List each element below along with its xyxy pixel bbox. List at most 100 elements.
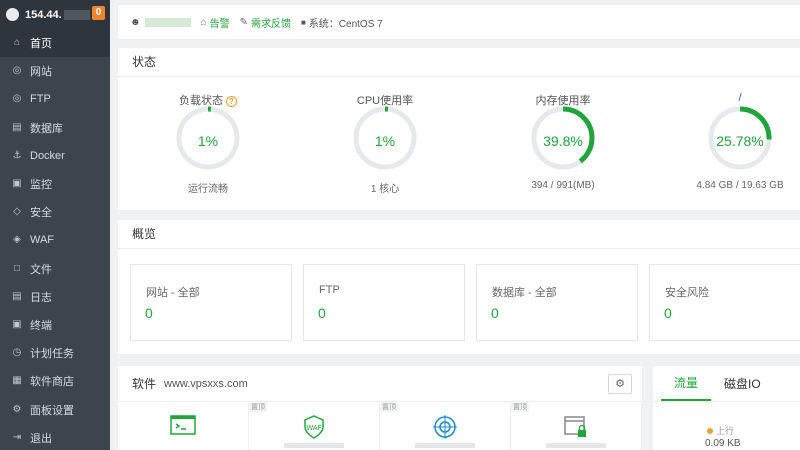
sidebar-item-label: 面板设置 [30,404,74,417]
upload-legend: 上行 [707,424,734,437]
overview-card-3[interactable]: 安全风险 0 [649,264,800,341]
sidebar-item-label: 软件商店 [30,376,74,389]
sidebar-item-9[interactable]: ▤ 日志 [0,283,110,311]
software-item-3[interactable]: 置顶 [511,403,642,450]
gauge-value: 1% [374,133,396,149]
software-item-caption-cropped [380,443,510,449]
software-panel: 软件 www.vpsxxs.com ⚙ 置顶 WAF 置顶 置顶 [118,366,642,450]
server-ip: 154.44. [25,8,62,21]
software-item-1[interactable]: 置顶 WAF [249,403,380,450]
gauge-label: / [675,92,800,104]
sidebar-item-label: WAF [30,234,55,247]
pin-badge[interactable]: 置顶 [249,403,267,412]
globe-icon: ◎ [12,65,22,77]
status-title: 状态 [118,48,800,77]
sidebar-item-6[interactable]: ◇ 安全 [0,198,110,226]
software-item-caption-cropped [511,443,641,449]
overview-title: 概览 [118,220,800,249]
overview-card-value[interactable]: 0 [145,305,153,321]
software-site: www.vpsxxs.com [164,377,248,390]
tab-disk-io[interactable]: 磁盘IO [711,366,774,401]
sidebar-item-label: 监控 [30,179,52,192]
target-icon [433,415,457,442]
sidebar-item-label: 终端 [30,319,52,332]
docker-icon: ⚓ [12,149,22,161]
overview-card-value[interactable]: 0 [318,305,326,321]
gauge-value: 39.8% [543,133,583,149]
software-item-caption-cropped [249,443,379,449]
alerts-link[interactable]: ⌂ 告警 [201,15,230,30]
software-item-caption-cropped [118,443,248,449]
edit-icon: ✎ [239,16,248,28]
sidebar-item-label: 网站 [30,66,52,79]
software-item-2[interactable]: 置顶 [380,403,511,450]
gauge-value: 25.78% [716,133,764,149]
sidebar-item-label: 数据库 [30,122,63,135]
notification-badge[interactable]: 0 [92,6,105,20]
overview-card-value[interactable]: 0 [664,305,672,321]
user-icon[interactable]: ☻ [130,17,141,28]
overview-card-label: 网站 - 全部 [146,287,200,299]
software-item-0[interactable] [118,403,249,450]
sidebar-item-label: 计划任务 [30,348,74,361]
sidebar-item-3[interactable]: ▤ 数据库 [0,114,110,142]
overview-panel: 概览 网站 - 全部 0 FTP 0 数据库 - 全部 0 安全风险 0 [118,220,800,354]
sidebar-item-label: 安全 [30,207,52,220]
sidebar-item-12[interactable]: ▦ 软件商店 [0,367,110,395]
sidebar-item-0[interactable]: ⌂ 首页 [0,29,110,58]
home-alert-icon: ⌂ [200,16,207,28]
sidebar-item-1[interactable]: ◎ 网站 [0,57,110,85]
sidebar-header: 154.44. 0 [0,0,110,29]
sidebar-item-label: 首页 [30,38,52,51]
lock-window-icon [564,415,588,442]
sidebar-item-10[interactable]: ▣ 终端 [0,311,110,339]
feedback-link[interactable]: ✎ 需求反馈 [240,15,291,30]
overview-card-value[interactable]: 0 [491,305,499,321]
sidebar-item-5[interactable]: ▣ 监控 [0,170,110,198]
gauge-label-text: / [738,92,742,104]
feedback-label: 需求反馈 [250,18,291,30]
traffic-tabs: 流量 磁盘IO [653,366,800,402]
upload-label: 上行 [716,426,735,436]
upload-dot-icon [707,427,713,434]
tab-traffic[interactable]: 流量 [661,366,712,401]
software-settings-button[interactable]: ⚙ [608,374,632,394]
overview-card-1[interactable]: FTP 0 [303,264,465,341]
sidebar: 154.44. 0 ⌂ 首页 ◎ 网站 ◎ FTP ▤ 数据库 ⚓ Docker ▣ 监控 ◇ 安全 ◈ WA… [0,0,110,450]
sidebar-item-7[interactable]: ◈ WAF [0,226,110,254]
gauge-footer: 运行流畅 [188,184,228,195]
sidebar-item-11[interactable]: ◷ 计划任务 [0,339,110,367]
top-bar: ☻ ⌂ 告警 ✎ 需求反馈 ■ 系统：CentOS 7 [118,5,800,39]
sidebar-menu: ⌂ 首页 ◎ 网站 ◎ FTP ▤ 数据库 ⚓ Docker ▣ 监控 ◇ 安全 ◈ WAF □ 文件 ▤ 日志 ▣ 终端… [0,29,110,450]
pin-badge[interactable]: 置顶 [511,403,529,412]
traffic-panel: 流量 磁盘IO 上行 0.09 KB [653,366,800,450]
gauge-footer: 1 核心 [370,184,400,195]
clock-icon: ◷ [12,347,22,359]
pin-badge[interactable]: 置顶 [380,403,398,412]
waf-icon: WAF [303,415,325,442]
alerts-label: 告警 [209,18,230,30]
sidebar-item-8[interactable]: □ 文件 [0,255,110,283]
overview-card-label: FTP [319,284,340,296]
sidebar-item-label: FTP [30,93,51,106]
ftp-icon: ◎ [12,93,22,105]
redacted-username [144,17,191,27]
sidebar-item-13[interactable]: ⚙ 面板设置 [0,395,110,423]
system-info: ■ 系统：CentOS 7 [301,15,383,30]
sidebar-item-14[interactable]: ⇥ 退出 [0,424,110,450]
overview-card-2[interactable]: 数据库 - 全部 0 [476,264,638,341]
sidebar-item-label: 文件 [30,263,52,276]
shield-icon: ◇ [13,206,21,218]
gear-icon: ⚙ [12,403,22,415]
waf-icon: ◈ [13,234,21,246]
database-icon: ▤ [12,121,22,133]
gauge-value: 1% [197,133,219,149]
sidebar-item-4[interactable]: ⚓ Docker [0,142,110,170]
logout-icon: ⇥ [12,431,22,443]
terminal-icon: ▣ [12,318,22,330]
monitor-icon: ▣ [12,178,22,190]
overview-card-0[interactable]: 网站 - 全部 0 [130,264,292,341]
redacted-ip [63,9,90,20]
sidebar-item-2[interactable]: ◎ FTP [0,85,110,113]
terminal-icon [170,415,196,438]
